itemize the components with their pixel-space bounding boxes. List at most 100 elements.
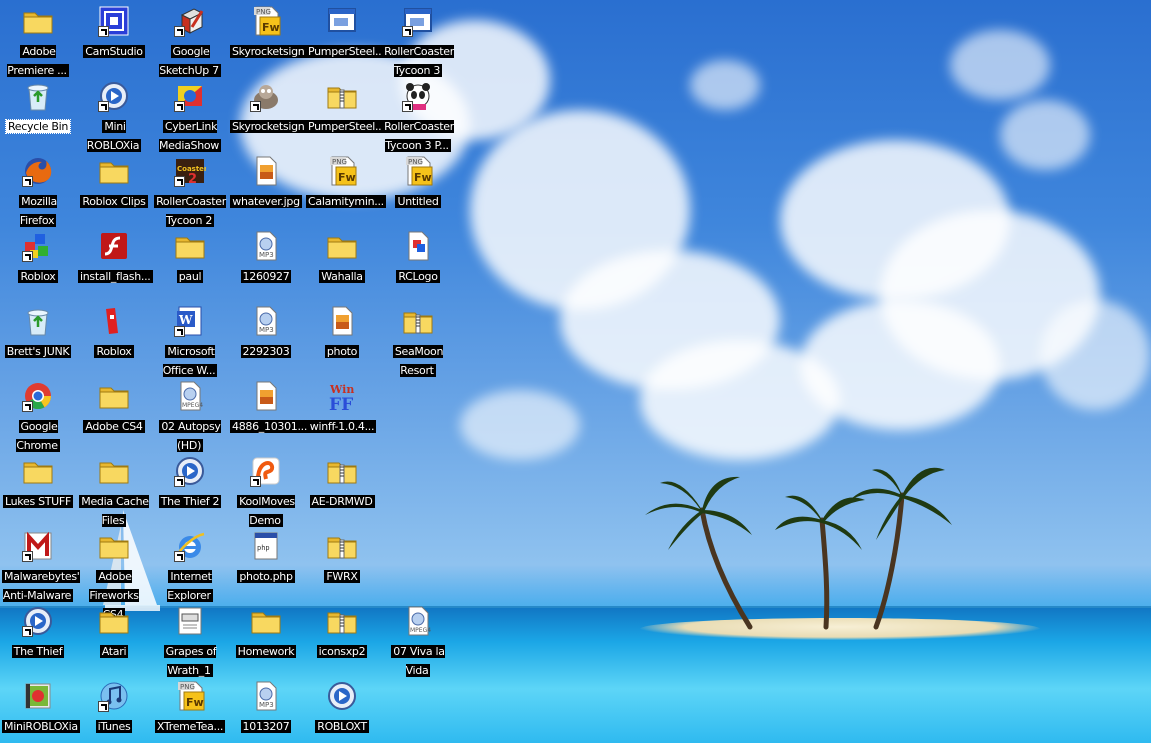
desktop-icon-label[interactable]: 02 Autopsy (HD) bbox=[159, 420, 221, 452]
desktop-icon-label[interactable]: CyberLink MediaShow bbox=[158, 120, 222, 152]
folder-icon[interactable] bbox=[22, 5, 54, 37]
image-file-icon[interactable] bbox=[326, 305, 358, 337]
gimp-icon[interactable] bbox=[250, 80, 282, 112]
desktop-icon-label[interactable]: Mozilla Firefox bbox=[19, 195, 57, 227]
document-icon[interactable] bbox=[174, 605, 206, 637]
desktop-icon-label[interactable]: photo.php bbox=[237, 570, 295, 583]
desktop-icon-label[interactable]: Malwarebytes' Anti-Malware bbox=[2, 570, 80, 602]
desktop-icon[interactable]: Homework bbox=[228, 603, 304, 678]
desktop-icon[interactable]: RollerCoaster Tycoon 3 bbox=[380, 3, 456, 78]
desktop-icon[interactable]: PNG Fw Calamitymin... bbox=[304, 153, 386, 228]
desktop-icon[interactable]: AE-DRMWD bbox=[304, 453, 380, 528]
desktop-icon[interactable]: Adobe Premiere ... bbox=[0, 3, 76, 78]
desktop-icon[interactable]: PumperSteel... bbox=[304, 3, 387, 78]
media-player-icon[interactable] bbox=[326, 680, 358, 712]
desktop-icon[interactable]: MP3 1260927 bbox=[228, 228, 304, 303]
desktop-icon-label[interactable]: SeaMoon Resort bbox=[392, 345, 443, 377]
desktop-icon-label[interactable]: 07 Viva la Vida bbox=[391, 645, 445, 677]
desktop-icon-label[interactable]: Adobe CS4 bbox=[83, 420, 145, 433]
desktop-icon[interactable]: 4886_10301... bbox=[228, 378, 310, 453]
desktop-icon-label[interactable]: Wahalla bbox=[319, 270, 365, 283]
recycle-bin-icon[interactable] bbox=[22, 305, 54, 337]
desktop-icon-label[interactable]: RollerCoaster Tycoon 3 bbox=[382, 45, 454, 77]
desktop-icon-label[interactable]: Microsoft Office W... bbox=[162, 345, 218, 377]
zip-folder-icon[interactable] bbox=[326, 605, 358, 637]
folder-icon[interactable] bbox=[98, 455, 130, 487]
desktop-icon-label[interactable]: Skyrocketsign bbox=[230, 120, 307, 133]
desktop-icon[interactable]: install_flash... bbox=[76, 228, 153, 303]
mp3-file-icon[interactable]: MP3 bbox=[250, 230, 282, 262]
desktop-icon-label[interactable]: iTunes bbox=[95, 720, 133, 733]
desktop-icon[interactable]: iconsxp2 bbox=[304, 603, 380, 678]
folder-icon[interactable] bbox=[98, 155, 130, 187]
desktop-icon[interactable]: MPEG4 07 Viva la Vida bbox=[380, 603, 456, 678]
flash-icon[interactable] bbox=[98, 230, 130, 262]
desktop-icon-label[interactable]: MiniROBLOXia bbox=[2, 720, 80, 733]
desktop-icon-label[interactable]: Google SketchUp 7 bbox=[159, 45, 221, 77]
desktop-icon-label[interactable]: Recycle Bin bbox=[4, 119, 72, 134]
desktop-icon-label[interactable]: Atari bbox=[99, 645, 129, 658]
desktop-icon-label[interactable]: AE-DRMWD bbox=[309, 495, 375, 508]
desktop-icon-label[interactable]: Skyrocketsign bbox=[230, 45, 307, 58]
desktop-icon[interactable]: Google Chrome bbox=[0, 378, 76, 453]
desktop-icon-label[interactable]: Roblox bbox=[18, 270, 58, 283]
desktop-icon-label[interactable]: install_flash... bbox=[78, 270, 153, 283]
desktop-icon-label[interactable]: Calamitymin... bbox=[306, 195, 386, 208]
php-file-icon[interactable]: php bbox=[250, 530, 282, 562]
desktop-icon[interactable]: Roblox bbox=[76, 303, 152, 378]
desktop-icon-label[interactable]: CamStudio bbox=[83, 45, 145, 58]
desktop-icon[interactable]: paul bbox=[152, 228, 228, 303]
desktop-icon[interactable]: KoolMoves Demo bbox=[228, 453, 304, 528]
desktop-icon[interactable]: Roblox bbox=[0, 228, 76, 303]
desktop-icon-label[interactable]: Brett's JUNK bbox=[4, 345, 72, 358]
folder-icon[interactable] bbox=[98, 530, 130, 562]
media-player-icon[interactable] bbox=[98, 80, 130, 112]
desktop-icon[interactable]: MiniROBLOXia bbox=[0, 678, 80, 743]
folder-icon[interactable] bbox=[174, 230, 206, 262]
desktop-icon[interactable]: whatever.jpg bbox=[228, 153, 304, 228]
folder-icon[interactable] bbox=[98, 605, 130, 637]
desktop-icon-label[interactable]: paul bbox=[176, 270, 204, 283]
mediashow-icon[interactable] bbox=[174, 80, 206, 112]
desktop-icon-label[interactable]: RCLogo bbox=[396, 270, 440, 283]
paint-file-icon[interactable] bbox=[402, 230, 434, 262]
koolmoves-icon[interactable] bbox=[250, 455, 282, 487]
desktop-icon-label[interactable]: 1013207 bbox=[240, 720, 292, 733]
fireworks-png-icon[interactable]: PNG Fw bbox=[250, 5, 282, 37]
desktop-icon[interactable]: PNG Fw Skyrocketsign bbox=[228, 3, 307, 78]
desktop-icon[interactable]: iTunes bbox=[76, 678, 152, 743]
image-file-icon[interactable] bbox=[250, 155, 282, 187]
window-app-icon[interactable] bbox=[402, 5, 434, 37]
desktop-icon[interactable]: The Thief bbox=[0, 603, 76, 678]
desktop-icon[interactable]: The Thief 2 bbox=[152, 453, 228, 528]
media-player-icon[interactable] bbox=[174, 455, 206, 487]
desktop-icon[interactable]: Adobe CS4 bbox=[76, 378, 152, 453]
desktop-icon[interactable]: Adobe Fireworks CS4 bbox=[76, 528, 152, 621]
desktop-icon-label[interactable]: KoolMoves Demo bbox=[237, 495, 295, 527]
folder-icon[interactable] bbox=[326, 230, 358, 262]
media-player-icon[interactable] bbox=[22, 605, 54, 637]
desktop-icon[interactable]: SeaMoon Resort bbox=[380, 303, 456, 378]
desktop-icon-label[interactable]: RollerCoaster Tycoon 2 bbox=[154, 195, 226, 227]
sketchup-icon[interactable] bbox=[174, 5, 206, 37]
desktop-icon[interactable]: RollerCoaster Tycoon 3 P... bbox=[380, 78, 456, 153]
desktop-icon-label[interactable]: Lukes STUFF bbox=[3, 495, 73, 508]
recycle-bin-icon[interactable] bbox=[22, 80, 54, 112]
desktop-icon[interactable]: photo bbox=[304, 303, 380, 378]
desktop-icon[interactable]: CyberLink MediaShow bbox=[152, 78, 228, 153]
word-icon[interactable]: W bbox=[174, 305, 206, 337]
malwarebytes-icon[interactable] bbox=[22, 530, 54, 562]
desktop-icon-label[interactable]: Media Cache Files bbox=[79, 495, 149, 527]
mpeg4-file-icon[interactable]: MPEG4 bbox=[402, 605, 434, 637]
desktop-icon[interactable]: Wahalla bbox=[304, 228, 380, 303]
desktop-icon[interactable]: Recycle Bin bbox=[0, 78, 76, 153]
desktop-icon[interactable]: RCLogo bbox=[380, 228, 456, 303]
fireworks-png-icon[interactable]: PNG Fw bbox=[174, 680, 206, 712]
desktop-icon[interactable]: Mini ROBLOXia bbox=[76, 78, 152, 153]
desktop-icon[interactable]: ROBLOXT bbox=[304, 678, 380, 743]
desktop-icon-label[interactable]: 2292303 bbox=[240, 345, 292, 358]
itunes-icon[interactable] bbox=[98, 680, 130, 712]
desktop-icon-label[interactable]: Mini ROBLOXia bbox=[86, 120, 142, 152]
zip-folder-icon[interactable] bbox=[326, 80, 358, 112]
desktop-icon[interactable]: MPEG4 02 Autopsy (HD) bbox=[152, 378, 228, 453]
